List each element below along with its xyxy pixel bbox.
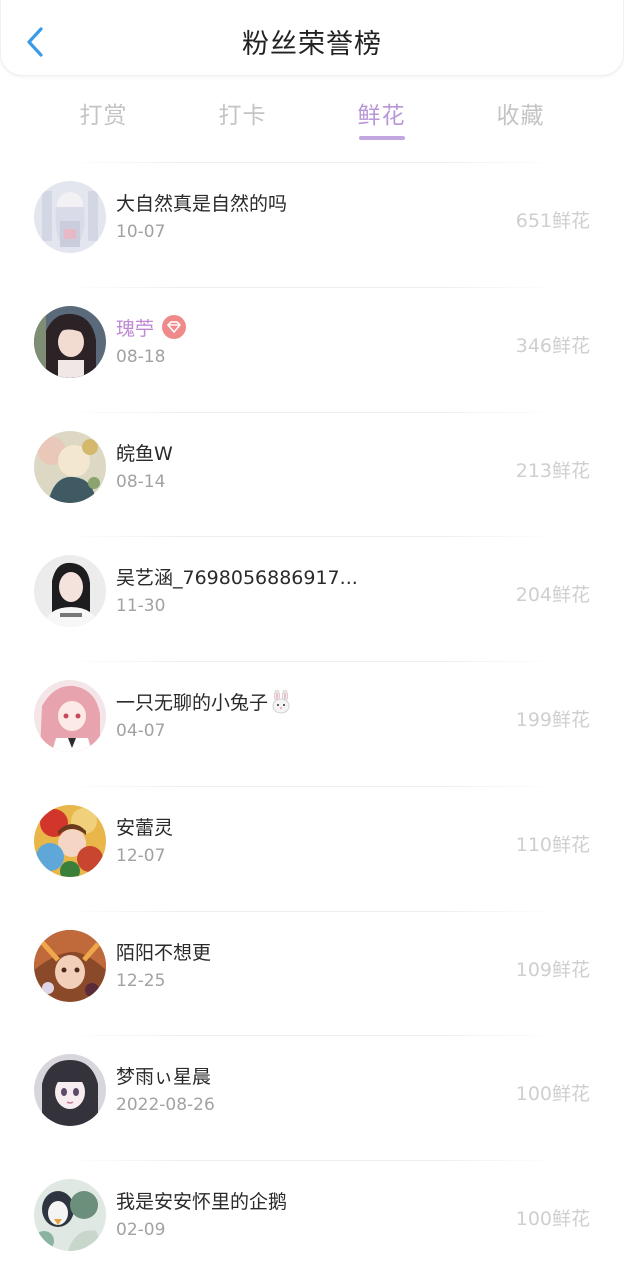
diamond-badge-icon bbox=[162, 315, 187, 340]
flower-count: 110鲜花 bbox=[515, 833, 590, 856]
flower-count: 651鲜花 bbox=[515, 210, 590, 232]
fan-name: 瑰苧 bbox=[116, 314, 187, 341]
tab-bar: 打赏 打卡 鲜花 收藏 bbox=[34, 90, 590, 146]
flower-count: 109鲜花 bbox=[515, 958, 590, 981]
fan-date: 08-14 bbox=[116, 471, 166, 492]
tab-flowers[interactable]: 鲜花 bbox=[312, 90, 451, 146]
tab-checkin[interactable]: 打卡 bbox=[173, 90, 312, 146]
fan-ranking-list: 大自然真是自然的吗 10-07 651鲜花 瑰苧 08-18 346鲜花 皖鱼W… bbox=[0, 162, 624, 1285]
fan-name: 我是安安怀里的企鹅 bbox=[116, 1191, 288, 1213]
fan-date: 04-07 bbox=[116, 721, 166, 741]
list-item[interactable]: 我是安安怀里的企鹅 02-09 100鲜花 bbox=[0, 1160, 624, 1285]
fan-name: 吴艺涵_7698056886917... bbox=[116, 567, 358, 590]
fan-date: 02-09 bbox=[116, 1220, 166, 1240]
fan-name: 梦雨ぃ星晨 bbox=[116, 1066, 212, 1089]
list-item[interactable]: 梦雨ぃ星晨 2022-08-26 100鲜花 bbox=[0, 1035, 624, 1160]
avatar[interactable] bbox=[34, 305, 106, 378]
fan-name: 一只无聊的小兔子 bbox=[116, 688, 292, 715]
fan-name: 安蕾灵 bbox=[116, 816, 174, 839]
avatar[interactable] bbox=[34, 555, 106, 628]
flower-count: 204鲜花 bbox=[515, 584, 590, 607]
list-item[interactable]: 皖鱼W 08-14 213鲜花 bbox=[0, 411, 624, 537]
flower-count: 199鲜花 bbox=[515, 709, 590, 731]
avatar[interactable] bbox=[34, 680, 106, 752]
fan-date: 12-07 bbox=[116, 845, 166, 866]
avatar[interactable] bbox=[34, 430, 106, 503]
avatar[interactable] bbox=[34, 1054, 106, 1127]
avatar[interactable] bbox=[34, 929, 106, 1002]
top-bar: 粉丝荣誉榜 bbox=[0, 0, 624, 76]
tab-favorites[interactable]: 收藏 bbox=[451, 90, 590, 146]
tab-reward[interactable]: 打赏 bbox=[34, 90, 173, 146]
fan-date: 12-25 bbox=[116, 970, 166, 991]
fan-name: 大自然真是自然的吗 bbox=[116, 193, 288, 215]
fan-date: 11-30 bbox=[116, 596, 166, 617]
avatar[interactable] bbox=[34, 181, 106, 253]
page-title: 粉丝荣誉榜 bbox=[242, 29, 382, 60]
fan-name: 陌阳不想更 bbox=[116, 941, 212, 964]
rabbit-emoji-icon bbox=[270, 689, 292, 714]
fan-date: 2022-08-26 bbox=[116, 1095, 215, 1116]
flower-count: 346鲜花 bbox=[515, 334, 590, 357]
flower-count: 100鲜花 bbox=[515, 1208, 590, 1230]
list-item[interactable]: 吴艺涵_7698056886917... 11-30 204鲜花 bbox=[0, 536, 624, 661]
fan-date: 08-18 bbox=[116, 346, 166, 367]
list-item[interactable]: 安蕾灵 12-07 110鲜花 bbox=[0, 785, 624, 911]
list-item[interactable]: 一只无聊的小兔子 04-07 199鲜花 bbox=[0, 661, 624, 786]
fan-name: 皖鱼W bbox=[116, 442, 173, 465]
flower-count: 213鲜花 bbox=[515, 459, 590, 482]
fan-date: 10-07 bbox=[116, 222, 166, 242]
flower-count: 100鲜花 bbox=[515, 1083, 590, 1106]
avatar[interactable] bbox=[34, 804, 106, 877]
avatar[interactable] bbox=[34, 1179, 106, 1251]
list-item[interactable]: 陌阳不想更 12-25 109鲜花 bbox=[0, 910, 624, 1036]
list-item[interactable]: 瑰苧 08-18 346鲜花 bbox=[0, 286, 624, 412]
list-item[interactable]: 大自然真是自然的吗 10-07 651鲜花 bbox=[0, 162, 624, 287]
active-tab-indicator bbox=[358, 136, 405, 140]
